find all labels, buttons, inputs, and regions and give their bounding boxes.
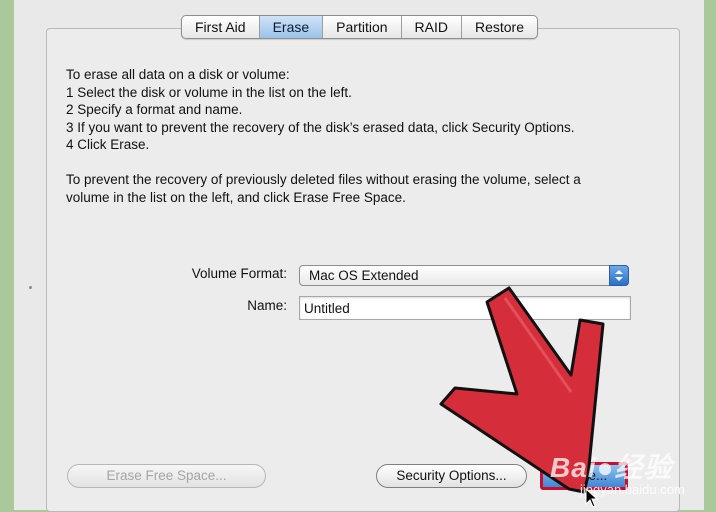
name-label: Name: [247, 298, 287, 313]
volume-format-label: Volume Format: [191, 266, 287, 281]
erase-instructions: To erase all data on a disk or volume: 1… [66, 66, 686, 206]
tab-first-aid[interactable]: First Aid [182, 16, 259, 38]
tab-erase[interactable]: Erase [258, 16, 323, 38]
instruction-step: 1 Select the disk or volume in the list … [66, 84, 352, 100]
free-space-note-line1: To prevent the recovery of previously de… [66, 172, 581, 187]
instruction-step: 2 Specify a format and name. [66, 102, 243, 117]
volume-format-select[interactable]: Mac OS Extended [299, 265, 629, 286]
up-down-stepper-icon[interactable] [609, 265, 629, 286]
erase-button[interactable]: Erase... [540, 462, 628, 490]
instructions-intro: To erase all data on a disk or volume: [66, 67, 290, 82]
instruction-step: 4 Click Erase. [66, 137, 150, 152]
security-options-button[interactable]: Security Options... [376, 464, 527, 488]
tab-bar: First Aid Erase Partition RAID Restore [181, 15, 538, 39]
name-field[interactable] [299, 296, 631, 320]
tab-restore[interactable]: Restore [460, 16, 537, 38]
instruction-step: 3 If you want to prevent the recovery of… [66, 119, 575, 135]
free-space-note-line2: volume in the list on the left, and clic… [66, 189, 406, 205]
volume-format-value: Mac OS Extended [309, 268, 419, 283]
resize-handle[interactable] [29, 286, 32, 289]
erase-free-space-button[interactable]: Erase Free Space... [67, 464, 266, 488]
tab-partition[interactable]: Partition [322, 16, 400, 38]
mouse-cursor-icon [585, 488, 599, 508]
tab-raid[interactable]: RAID [400, 16, 461, 38]
